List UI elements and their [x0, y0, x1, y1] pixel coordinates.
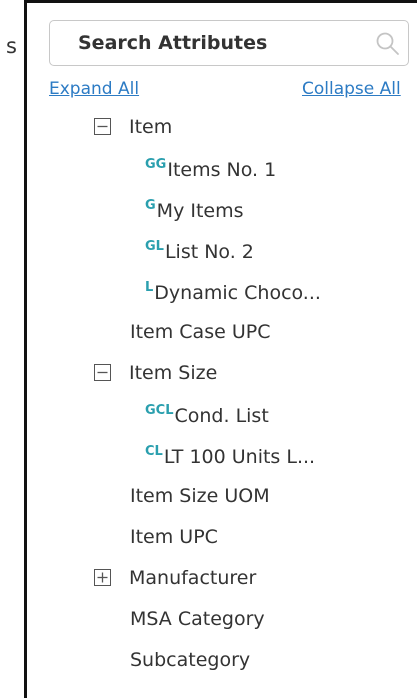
tree-child-lt-100-units[interactable]: CLLT 100 Units L... [27, 435, 417, 476]
tree-node-label: Item Case UPC [130, 321, 271, 343]
tree-node-label: CLLT 100 Units L... [145, 444, 315, 468]
attribute-type-badge: GG [145, 157, 167, 172]
tree-node-item[interactable]: Item [27, 107, 417, 148]
tree-child-cond-list[interactable]: GCLCond. List [27, 394, 417, 435]
attribute-tree: Item GGItems No. 1 GMy Items GLList No. … [27, 107, 417, 681]
tree-child-label: Cond. List [174, 405, 269, 427]
tree-node-label: GGItems No. 1 [145, 157, 276, 181]
tree-node-label: Manufacturer [129, 567, 257, 589]
tree-node-manufacturer[interactable]: Manufacturer [27, 558, 417, 599]
tree-child-list-no-2[interactable]: GLList No. 2 [27, 230, 417, 271]
collapse-all-link[interactable]: Collapse All [302, 79, 401, 99]
tree-node-label: Item Size UOM [130, 485, 270, 507]
tree-child-dynamic-choco[interactable]: LDynamic Choco... [27, 271, 417, 312]
expand-icon[interactable] [94, 569, 111, 586]
expand-all-link[interactable]: Expand All [49, 79, 139, 99]
tree-node-label: GLList No. 2 [145, 239, 254, 263]
tree-child-label: List No. 2 [164, 241, 254, 263]
tree-node-label: LDynamic Choco... [145, 280, 321, 304]
tree-node-label: GCLCond. List [145, 403, 269, 427]
tree-node-label: Item [129, 116, 173, 138]
tree-node-item-case-upc[interactable]: Item Case UPC [27, 312, 417, 353]
attribute-type-badge: GCL [145, 403, 174, 418]
tree-child-items-no-1[interactable]: GGItems No. 1 [27, 148, 417, 189]
attribute-type-badge: G [145, 198, 156, 213]
tree-node-label: Item Size [129, 362, 218, 384]
tree-node-subcategory[interactable]: Subcategory [27, 640, 417, 681]
search-icon[interactable] [375, 31, 401, 57]
left-strip: s [0, 0, 22, 698]
tree-child-my-items[interactable]: GMy Items [27, 189, 417, 230]
tree-node-item-size-uom[interactable]: Item Size UOM [27, 476, 417, 517]
tree-child-label: My Items [156, 200, 244, 222]
attribute-type-badge: GL [145, 239, 164, 254]
attributes-panel: Expand All Collapse All Item GGItems No.… [24, 0, 417, 698]
tree-node-item-upc[interactable]: Item UPC [27, 517, 417, 558]
tree-node-label: Subcategory [130, 649, 251, 671]
search-input[interactable] [50, 21, 378, 65]
tree-child-label: Items No. 1 [167, 159, 277, 181]
collapse-icon[interactable] [94, 118, 111, 135]
tree-child-label: LT 100 Units L... [163, 446, 316, 468]
collapse-icon[interactable] [94, 364, 111, 381]
attribute-type-badge: L [145, 280, 154, 295]
tree-actions: Expand All Collapse All [49, 79, 417, 105]
tree-node-msa-category[interactable]: MSA Category [27, 599, 417, 640]
search-box[interactable] [49, 20, 409, 66]
cut-off-text: s [6, 34, 17, 58]
tree-node-label: MSA Category [130, 608, 265, 630]
tree-child-label: Dynamic Choco... [154, 282, 321, 304]
attribute-type-badge: CL [145, 444, 163, 459]
tree-node-label: Item UPC [130, 526, 218, 548]
tree-node-label: GMy Items [145, 198, 244, 222]
tree-node-item-size[interactable]: Item Size [27, 353, 417, 394]
